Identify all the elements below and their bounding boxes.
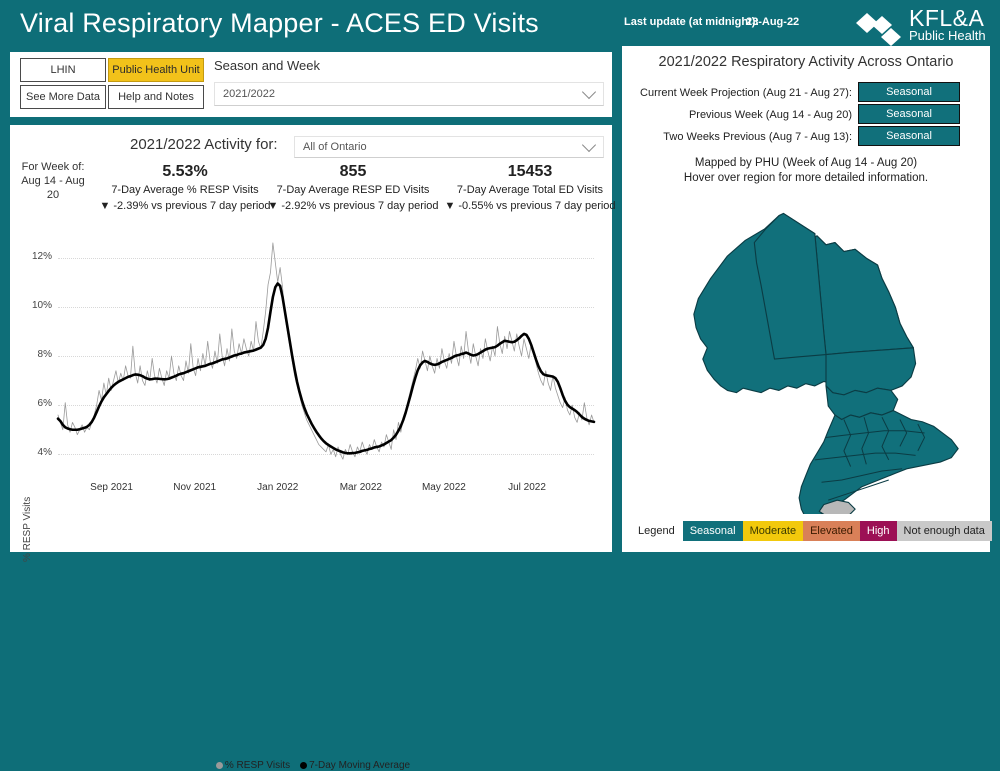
legend-swatch-seasonal[interactable]: Seasonal [682,521,743,541]
activity-row-label: Two Weeks Previous (Aug 7 - Aug 13): [663,131,852,143]
kpi-delta: ▼ -2.39% vs previous 7 day period [99,200,271,212]
ontario-map-svg[interactable] [636,194,976,521]
chevron-down-icon [581,137,597,153]
activity-for-label: 2021/2022 Activity for: [130,136,278,153]
activity-row-two-weeks-previous: Two Weeks Previous (Aug 7 - Aug 13): Sea… [622,126,960,148]
season-and-week-label: Season and Week [214,58,320,73]
region-select[interactable]: All of Ontario [294,136,604,158]
page-title: Viral Respiratory Mapper - ACES ED Visit… [20,8,539,38]
x-axis-tick: Jul 2022 [508,482,546,493]
logo-secondary-text: Public Health [909,28,986,43]
kpi-resp-ed-visits: 855 7-Day Average RESP ED Visits ▼ -2.92… [263,162,443,214]
map-caption-line-2: Hover over region for more detailed info… [683,172,929,184]
legend-swatch-elevated[interactable]: Elevated [803,521,860,541]
map-caption-line-1: Mapped by PHU (Week of Aug 14 - Aug 20) [694,157,918,169]
x-axis-tick: Sep 2021 [90,482,133,493]
legend-title: Legend [638,525,675,537]
map-region[interactable] [798,410,959,521]
kpi-delta: ▼ -0.55% vs previous 7 day period [444,200,616,212]
last-update-label: Last update (at midnight): [624,16,760,28]
see-more-data-button[interactable]: See More Data [20,85,106,109]
for-week-label: For Week of: Aug 14 - Aug 20 [21,161,85,201]
kpi-value: 855 [339,163,367,180]
kpi-name: 7-Day Average % RESP Visits [111,184,259,196]
map-region[interactable] [825,347,917,396]
map-legend: Legend Seasonal Moderate Elevated High N… [630,518,992,544]
region-select-value: All of Ontario [303,141,367,153]
kpi-delta: ▼ -2.92% vs previous 7 day period [267,200,439,212]
legend-swatch-high[interactable]: High [859,521,897,541]
chevron-down-icon [581,84,597,100]
status-badge[interactable]: Seasonal [858,126,960,146]
legend-avg-label: 7-Day Moving Average [309,760,411,771]
status-badge[interactable]: Seasonal [858,104,960,124]
map-panel-title: 2021/2022 Respiratory Activity Across On… [658,54,954,70]
public-health-unit-button[interactable]: Public Health Unit [108,58,204,82]
y-axis-title: % RESP Visits [22,496,33,562]
chart-legend: % RESP Visits 7-Day Moving Average [14,760,602,771]
help-and-notes-button[interactable]: Help and Notes [108,85,204,109]
kpi-value: 5.53% [162,163,208,180]
activity-row-label: Previous Week (Aug 14 - Aug 20) [688,109,852,121]
kfla-logo: KFL&A Public Health [855,5,995,48]
x-axis-tick: Nov 2021 [173,482,217,493]
logo-primary-text: KFL&A [909,5,985,31]
series-daily-line [57,242,595,460]
kpi-total-ed-visits: 15453 7-Day Average Total ED Visits ▼ -0… [440,162,620,214]
legend-daily-dot [215,761,223,769]
kpi-percent-resp-visits: 5.53% 7-Day Average % RESP Visits ▼ -2.3… [95,162,275,214]
kpi-name: 7-Day Average RESP ED Visits [276,184,430,196]
diamond-logo-icon [856,13,901,46]
status-badge[interactable]: Seasonal [858,82,960,102]
activity-row-current-week: Current Week Projection (Aug 21 - Aug 27… [622,82,960,104]
ontario-map[interactable] [636,194,976,521]
activity-row-label: Current Week Projection (Aug 21 - Aug 27… [640,87,852,99]
legend-avg-dot [300,761,308,769]
x-axis-tick: May 2022 [421,482,466,493]
season-select-value: 2021/2022 [223,88,275,100]
x-axis-tick: Mar 2022 [339,482,382,493]
lhin-button[interactable]: LHIN [20,58,106,82]
map-caption: Mapped by PHU (Week of Aug 14 - Aug 20) … [622,156,990,186]
map-panel: 2021/2022 Respiratory Activity Across On… [622,46,992,552]
activity-row-previous-week: Previous Week (Aug 14 - Aug 20) Seasonal [622,104,960,126]
chart-plot-area [56,242,596,460]
legend-swatch-not-enough-data[interactable]: Not enough data [896,521,992,541]
resp-visits-line-chart: % RESP Visits 4% 6% 8% 10% 12% Sep 2021 Nov 2… [14,232,602,771]
last-update-value: 23-Aug-22 [746,16,800,28]
x-axis-tick: Jan 2022 [257,482,299,493]
season-select[interactable]: 2021/2022 [214,82,604,106]
series-moving-average-line [56,282,596,455]
legend-daily-label: % RESP Visits [224,760,291,771]
legend-swatch-moderate[interactable]: Moderate [742,521,804,541]
kpi-value: 15453 [507,163,553,180]
kpi-name: 7-Day Average Total ED Visits [456,184,604,196]
